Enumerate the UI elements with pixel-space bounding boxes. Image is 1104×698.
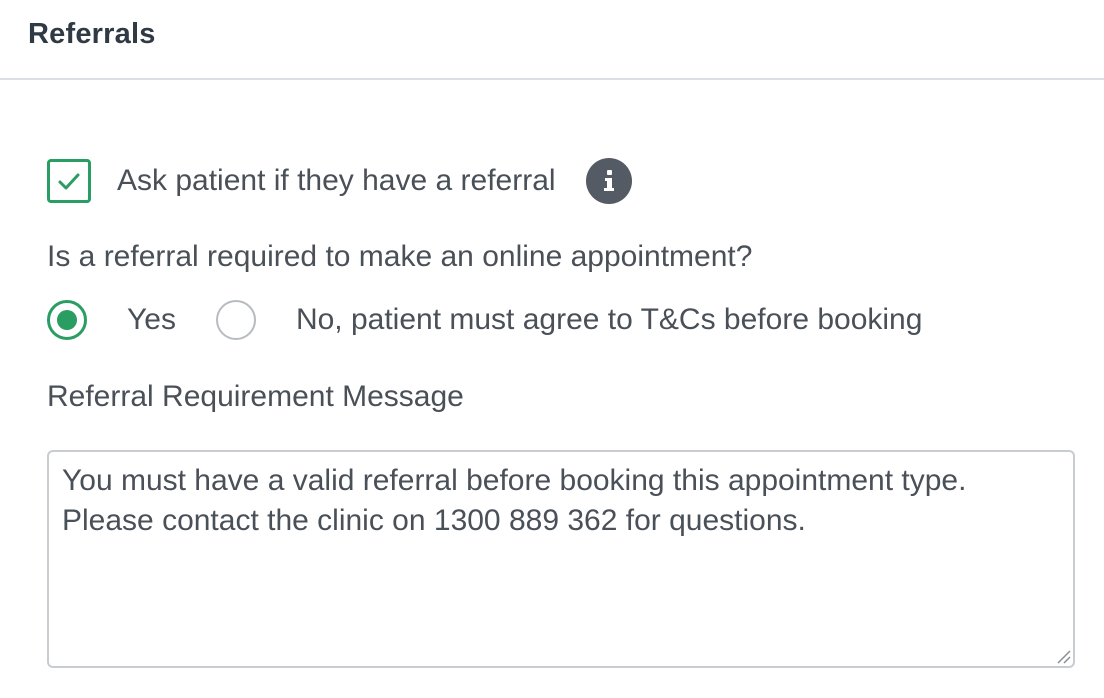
referral-required-question: Is a referral required to make an online…	[47, 240, 753, 273]
referral-message-label: Referral Requirement Message	[47, 380, 464, 413]
radio-yes[interactable]	[47, 300, 87, 340]
referral-message-container	[47, 450, 1075, 668]
ask-referral-row: Ask patient if they have a referral	[47, 157, 632, 205]
info-glyph-icon	[603, 170, 614, 191]
radio-no-label[interactable]: No, patient must agree to T&Cs before bo…	[296, 303, 922, 337]
ask-referral-label[interactable]: Ask patient if they have a referral	[117, 164, 556, 198]
radio-yes-label[interactable]: Yes	[127, 303, 176, 337]
section-header: Referrals	[0, 0, 1104, 80]
resize-handle-icon[interactable]	[1055, 648, 1071, 664]
radio-selected-dot	[57, 310, 77, 330]
referral-message-textarea[interactable]	[47, 450, 1075, 668]
checkmark-icon	[58, 173, 80, 190]
section-title: Referrals	[28, 18, 156, 50]
radio-no[interactable]	[215, 300, 256, 340]
referral-required-radio-group: Yes No, patient must agree to T&Cs befor…	[47, 299, 922, 341]
ask-referral-checkbox[interactable]	[47, 159, 91, 203]
info-icon[interactable]	[585, 158, 632, 204]
